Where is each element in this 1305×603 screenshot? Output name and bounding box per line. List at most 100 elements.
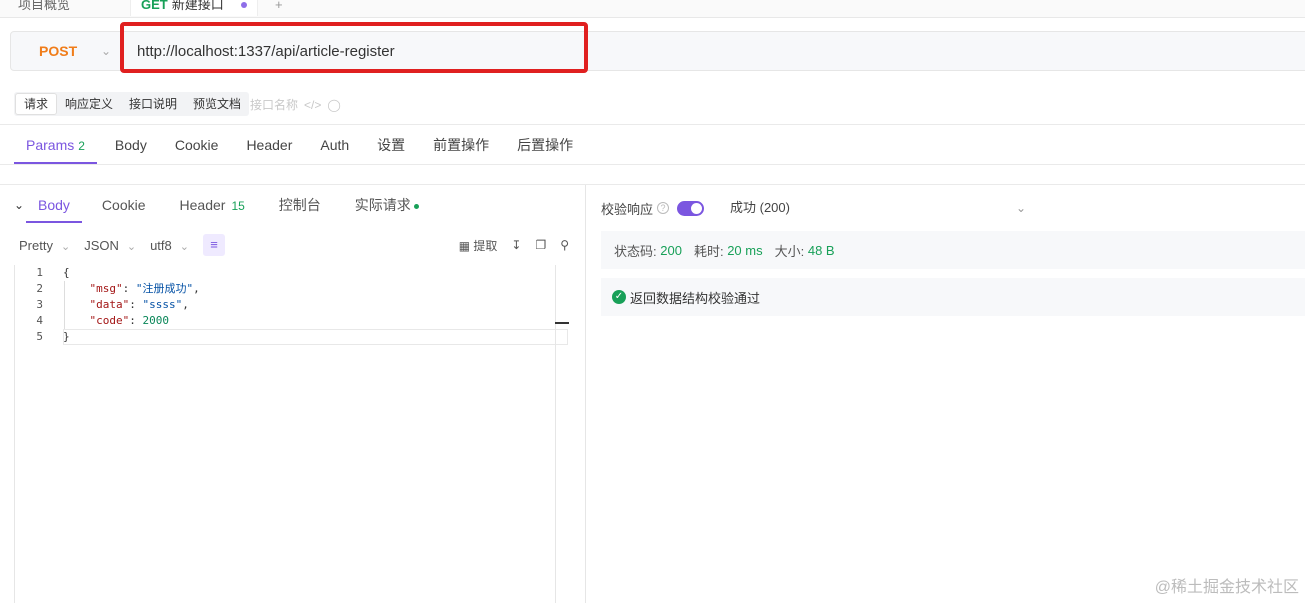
pretty-label: Pretty	[19, 237, 53, 253]
endpoint-name-input[interactable]: 接口名称	[250, 96, 298, 113]
validation-result-text: 返回数据结构校验通过	[630, 290, 761, 306]
search-icon[interactable]: ⚲	[560, 238, 569, 252]
tab-method-label: GET	[141, 0, 168, 12]
validate-response-row: 校验响应 ?	[601, 197, 705, 219]
divider	[0, 124, 1305, 125]
code-line: 5}	[15, 329, 70, 345]
tab-preview-docs[interactable]: 预览文档	[185, 92, 249, 116]
doc-mode-tabs: 请求 响应定义 接口说明 预览文档	[14, 92, 250, 116]
status-code-label: 状态码:	[614, 243, 657, 259]
json-key: "msg"	[89, 282, 123, 295]
tab-new-endpoint-label: 新建接口	[171, 0, 224, 12]
json-string: "注册成功"	[135, 282, 194, 295]
response-validation-panel: 校验响应 ? 成功 (200) ⌄ 状态码: 200 耗时: 20 ms 大小:…	[586, 185, 1305, 603]
code-punct: ,	[182, 298, 189, 311]
json-key: "code"	[89, 314, 130, 327]
request-params-tabs: Params 2 Body Cookie Header Auth 设置 前置操作 …	[14, 126, 601, 164]
code-text: }	[63, 330, 70, 343]
actual-request-label: 实际请求	[354, 197, 411, 213]
tab-body[interactable]: Body	[115, 126, 147, 164]
word-wrap-icon[interactable]: ≡	[202, 234, 225, 256]
status-dot	[413, 203, 419, 209]
tab-params[interactable]: Params 2	[14, 126, 97, 164]
code-punct: ,	[193, 282, 200, 295]
response-meta: 状态码: 200 耗时: 20 ms 大小: 48 B	[601, 231, 1305, 269]
tab-request[interactable]: 请求	[15, 93, 58, 115]
json-key: "data"	[89, 298, 130, 311]
validation-result: ✓ 返回数据结构校验通过	[601, 278, 1305, 316]
response-tab-body[interactable]: Body	[26, 187, 82, 223]
tab-post-operations[interactable]: 后置操作	[517, 126, 573, 164]
tab-cookie[interactable]: Cookie	[175, 126, 219, 164]
validate-label: 校验响应	[601, 201, 654, 217]
current-line-highlight	[63, 329, 568, 345]
response-tabs: ⌄ Body Cookie Header 15 控制台 实际请求	[14, 187, 453, 223]
format-type-select[interactable]: JSON ⌄	[84, 238, 136, 253]
format-actions: ▦ 提取 ↧ ❐ ⚲	[459, 232, 569, 258]
code-line: 2 "msg": "注册成功",	[15, 281, 200, 297]
json-string: "ssss"	[142, 298, 183, 311]
help-icon[interactable]: ?	[657, 202, 670, 214]
download-icon[interactable]: ↧	[511, 238, 521, 252]
code-line: 4 "code": 2000	[15, 313, 169, 329]
format-type-label: JSON	[84, 237, 119, 253]
tab-header[interactable]: Header	[246, 126, 292, 164]
response-body-panel: ⌄ Body Cookie Header 15 控制台 实际请求 Pretty ⌄ …	[0, 185, 586, 603]
chevron-down-icon: ⌄	[101, 44, 112, 58]
size-label: 大小:	[774, 243, 805, 259]
check-circle-icon: ✓	[612, 290, 626, 304]
size-value: 48 B	[807, 242, 835, 258]
url-highlight-box	[120, 22, 588, 73]
line-number: 2	[36, 282, 43, 295]
tab-new-endpoint[interactable]: GET 新建接口	[130, 0, 258, 16]
tab-pre-operations[interactable]: 前置操作	[433, 126, 489, 164]
params-count-badge: 2	[78, 139, 85, 153]
unsaved-dot	[241, 2, 247, 8]
chevron-down-icon[interactable]: ⌄	[1016, 197, 1026, 219]
time-value: 20 ms	[727, 242, 763, 258]
line-number: 5	[36, 330, 43, 343]
tab-project-overview[interactable]: 项目概览	[18, 0, 70, 16]
code-text: {	[63, 266, 70, 279]
code-icon[interactable]: </>	[304, 98, 321, 112]
collapse-chevron-icon[interactable]: ⌄	[14, 198, 24, 212]
line-number: 3	[36, 298, 43, 311]
code-editor[interactable]: 1{ 2 "msg": "注册成功", 3 "data": "ssss", 4 …	[14, 265, 569, 603]
tab-auth[interactable]: Auth	[320, 126, 349, 164]
chevron-down-icon: ⌄	[179, 240, 189, 253]
top-tab-bar: 项目概览 GET 新建接口 +	[0, 0, 1305, 18]
project-overview-label: 项目概览	[18, 0, 71, 12]
endpoint-name-area: 接口名称 </> ◯	[250, 96, 341, 113]
pretty-select[interactable]: Pretty ⌄	[19, 238, 70, 253]
tab-settings[interactable]: 设置	[377, 126, 405, 164]
line-number: 4	[36, 314, 43, 327]
status-select[interactable]: 成功 (200)	[730, 197, 790, 219]
tab-endpoint-description[interactable]: 接口说明	[121, 92, 185, 116]
extract-label: 提取	[473, 238, 498, 253]
method-select[interactable]: POST ⌄	[11, 32, 123, 70]
add-tab-button[interactable]: +	[275, 0, 283, 16]
method-label: POST	[39, 43, 78, 59]
params-label: Params	[26, 137, 75, 153]
header-count-badge: 15	[231, 199, 245, 213]
scrollbar-track[interactable]	[555, 265, 556, 603]
response-tab-header[interactable]: Header 15	[180, 187, 245, 223]
encoding-label: utf8	[150, 237, 172, 253]
response-tab-console[interactable]: 控制台	[279, 187, 321, 223]
validate-toggle[interactable]	[677, 200, 705, 216]
code-line: 1{	[15, 265, 70, 281]
history-icon[interactable]: ◯	[327, 98, 340, 112]
response-tab-cookie[interactable]: Cookie	[102, 187, 146, 223]
scroll-marker	[555, 322, 569, 324]
response-tab-actual-request[interactable]: 实际请求	[355, 187, 419, 223]
response-header-label: Header	[179, 197, 226, 213]
tab-response-definition[interactable]: 响应定义	[57, 92, 121, 116]
divider	[0, 164, 1305, 165]
extract-button[interactable]: ▦ 提取	[459, 237, 498, 254]
copy-icon[interactable]: ❐	[535, 238, 546, 252]
watermark: @稀土掘金技术社区	[1154, 579, 1299, 596]
json-number: 2000	[142, 314, 170, 327]
chevron-down-icon: ⌄	[60, 240, 71, 253]
encoding-select[interactable]: utf8 ⌄	[150, 238, 189, 253]
chevron-down-icon: ⌄	[126, 240, 137, 253]
